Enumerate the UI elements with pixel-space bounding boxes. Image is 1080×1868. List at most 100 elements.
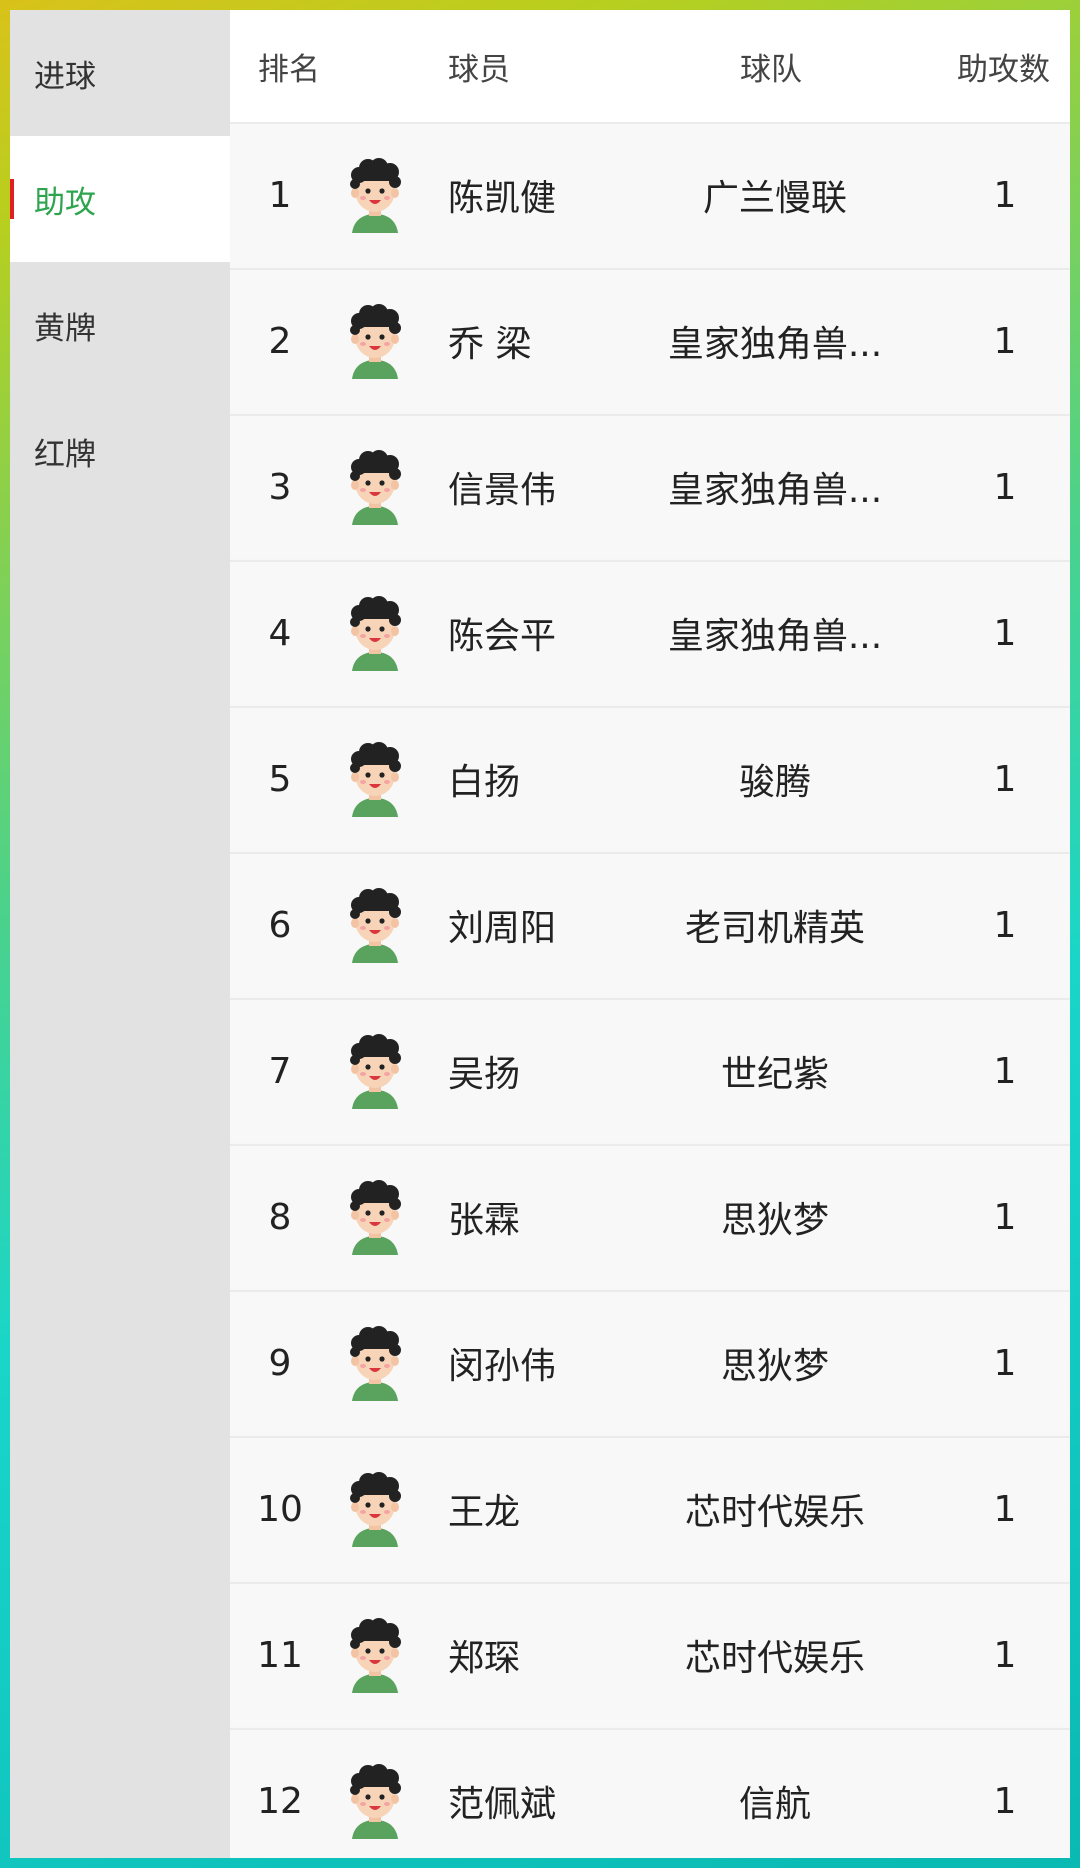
- active-indicator: [10, 179, 14, 219]
- team-name[interactable]: 芯时代娱乐: [685, 1629, 865, 1681]
- assists-count: 1: [993, 1780, 1017, 1822]
- player-avatar-icon: [340, 1730, 410, 1858]
- team-cell: 信航: [655, 1730, 895, 1858]
- team-name[interactable]: 皇家独角兽...: [668, 607, 882, 659]
- table-row[interactable]: 4 陈会平 皇家独角兽... 1: [230, 560, 1070, 704]
- table-row[interactable]: 7 吴扬 世纪紫 1: [230, 998, 1070, 1142]
- sidebar-item-label: 进球: [34, 58, 96, 95]
- rank-cell: 3: [268, 466, 292, 508]
- table-header: 排名 球员 球队 助攻数: [230, 10, 1070, 122]
- player-avatar-icon: [340, 708, 410, 850]
- player-name[interactable]: 白扬: [448, 708, 638, 850]
- header-rank: 排名: [258, 51, 320, 88]
- team-name[interactable]: 广兰慢联: [703, 169, 847, 221]
- team-name[interactable]: 思狄梦: [721, 1191, 829, 1243]
- assists-count: 1: [993, 1196, 1017, 1238]
- team-cell: 皇家独角兽...: [655, 562, 895, 704]
- table-row[interactable]: 9 闵孙伟 思狄梦 1: [230, 1290, 1070, 1434]
- team-cell: 广兰慢联: [655, 124, 895, 266]
- header-assists: 助攻数: [957, 51, 1050, 88]
- header-team: 球队: [740, 51, 802, 88]
- sidebar-item-label: 助攻: [34, 184, 96, 221]
- player-avatar-icon: [340, 1438, 410, 1580]
- team-cell: 老司机精英: [655, 854, 895, 996]
- player-name[interactable]: 张霖: [448, 1146, 638, 1288]
- assists-count: 1: [993, 612, 1017, 654]
- table-row[interactable]: 1 陈凯健 广兰慢联 1: [230, 122, 1070, 266]
- team-name[interactable]: 世纪紫: [721, 1045, 829, 1097]
- rank-cell: 5: [268, 758, 292, 800]
- assists-count: 1: [993, 1488, 1017, 1530]
- player-avatar-icon: [340, 1146, 410, 1288]
- table-row[interactable]: 5 白扬 骏腾 1: [230, 706, 1070, 850]
- rank-cell: 1: [268, 174, 292, 216]
- player-name[interactable]: 范佩斌: [448, 1730, 638, 1858]
- assists-count: 1: [993, 1634, 1017, 1676]
- assists-count: 1: [993, 320, 1017, 362]
- table-row[interactable]: 3 信景伟 皇家独角兽... 1: [230, 414, 1070, 558]
- team-cell: 皇家独角兽...: [655, 416, 895, 558]
- player-name[interactable]: 郑琛: [448, 1584, 638, 1726]
- player-name[interactable]: 刘周阳: [448, 854, 638, 996]
- category-sidebar: 进球 助攻 黄牌 红牌: [10, 10, 230, 1858]
- player-name[interactable]: 信景伟: [448, 416, 638, 558]
- rank-cell: 11: [257, 1634, 303, 1676]
- sidebar-item-yellow-cards[interactable]: 黄牌: [10, 262, 230, 388]
- rank-cell: 10: [257, 1488, 303, 1530]
- player-avatar-icon: [340, 270, 410, 412]
- team-cell: 骏腾: [655, 708, 895, 850]
- app-screen: 进球 助攻 黄牌 红牌 排名 球员 球队 助攻数 1 陈凯健 广兰慢联 1 2 乔 梁皇家…: [10, 10, 1070, 1858]
- player-name[interactable]: 陈会平: [448, 562, 638, 704]
- table-row[interactable]: 12 范佩斌 信航 1: [230, 1728, 1070, 1858]
- player-avatar-icon: [340, 1000, 410, 1142]
- table-row[interactable]: 8 张霖 思狄梦 1: [230, 1144, 1070, 1288]
- sidebar-item-red-cards[interactable]: 红牌: [10, 388, 230, 514]
- assists-count: 1: [993, 174, 1017, 216]
- gradient-frame: 进球 助攻 黄牌 红牌 排名 球员 球队 助攻数 1 陈凯健 广兰慢联 1 2 乔 梁皇家…: [0, 0, 1080, 1868]
- rank-cell: 6: [268, 904, 292, 946]
- rank-cell: 8: [268, 1196, 292, 1238]
- sidebar-item-assists[interactable]: 助攻: [10, 136, 230, 262]
- team-name[interactable]: 芯时代娱乐: [685, 1483, 865, 1535]
- player-avatar-icon: [340, 1584, 410, 1726]
- team-name[interactable]: 骏腾: [739, 753, 811, 805]
- team-name[interactable]: 皇家独角兽...: [668, 461, 882, 513]
- team-name[interactable]: 老司机精英: [685, 899, 865, 951]
- rank-cell: 7: [268, 1050, 292, 1092]
- player-name[interactable]: 陈凯健: [448, 124, 638, 266]
- rank-cell: 2: [268, 320, 292, 362]
- table-row[interactable]: 11 郑琛 芯时代娱乐 1: [230, 1582, 1070, 1726]
- team-name[interactable]: 皇家独角兽...: [668, 315, 882, 367]
- team-cell: 思狄梦: [655, 1292, 895, 1434]
- team-cell: 芯时代娱乐: [655, 1438, 895, 1580]
- player-name[interactable]: 乔 梁: [448, 270, 638, 412]
- team-cell: 皇家独角兽...: [655, 270, 895, 412]
- assists-count: 1: [993, 904, 1017, 946]
- assists-count: 1: [993, 1342, 1017, 1384]
- sidebar-item-label: 红牌: [34, 436, 96, 473]
- rank-cell: 9: [268, 1342, 292, 1384]
- player-avatar-icon: [340, 416, 410, 558]
- team-cell: 思狄梦: [655, 1146, 895, 1288]
- table-row[interactable]: 6 刘周阳 老司机精英 1: [230, 852, 1070, 996]
- player-name[interactable]: 王龙: [448, 1438, 638, 1580]
- player-avatar-icon: [340, 1292, 410, 1434]
- table-row[interactable]: 2 乔 梁皇家独角兽... 1: [230, 268, 1070, 412]
- table-row[interactable]: 10 王龙 芯时代娱乐 1: [230, 1436, 1070, 1580]
- sidebar-item-label: 黄牌: [34, 310, 96, 347]
- assists-count: 1: [993, 1050, 1017, 1092]
- player-avatar-icon: [340, 854, 410, 996]
- assists-ranking-table: 排名 球员 球队 助攻数 1 陈凯健 广兰慢联 1 2 乔 梁皇家独角兽... 1 3 信景伟皇…: [230, 10, 1070, 1858]
- player-avatar-icon: [340, 124, 410, 266]
- team-name[interactable]: 信航: [739, 1775, 811, 1827]
- rank-cell: 12: [257, 1780, 303, 1822]
- rank-cell: 4: [268, 612, 292, 654]
- team-cell: 芯时代娱乐: [655, 1584, 895, 1726]
- player-name[interactable]: 闵孙伟: [448, 1292, 638, 1434]
- player-avatar-icon: [340, 562, 410, 704]
- player-name[interactable]: 吴扬: [448, 1000, 638, 1142]
- header-player: 球员: [448, 51, 510, 88]
- team-name[interactable]: 思狄梦: [721, 1337, 829, 1389]
- sidebar-item-goals[interactable]: 进球: [10, 10, 230, 136]
- team-cell: 世纪紫: [655, 1000, 895, 1142]
